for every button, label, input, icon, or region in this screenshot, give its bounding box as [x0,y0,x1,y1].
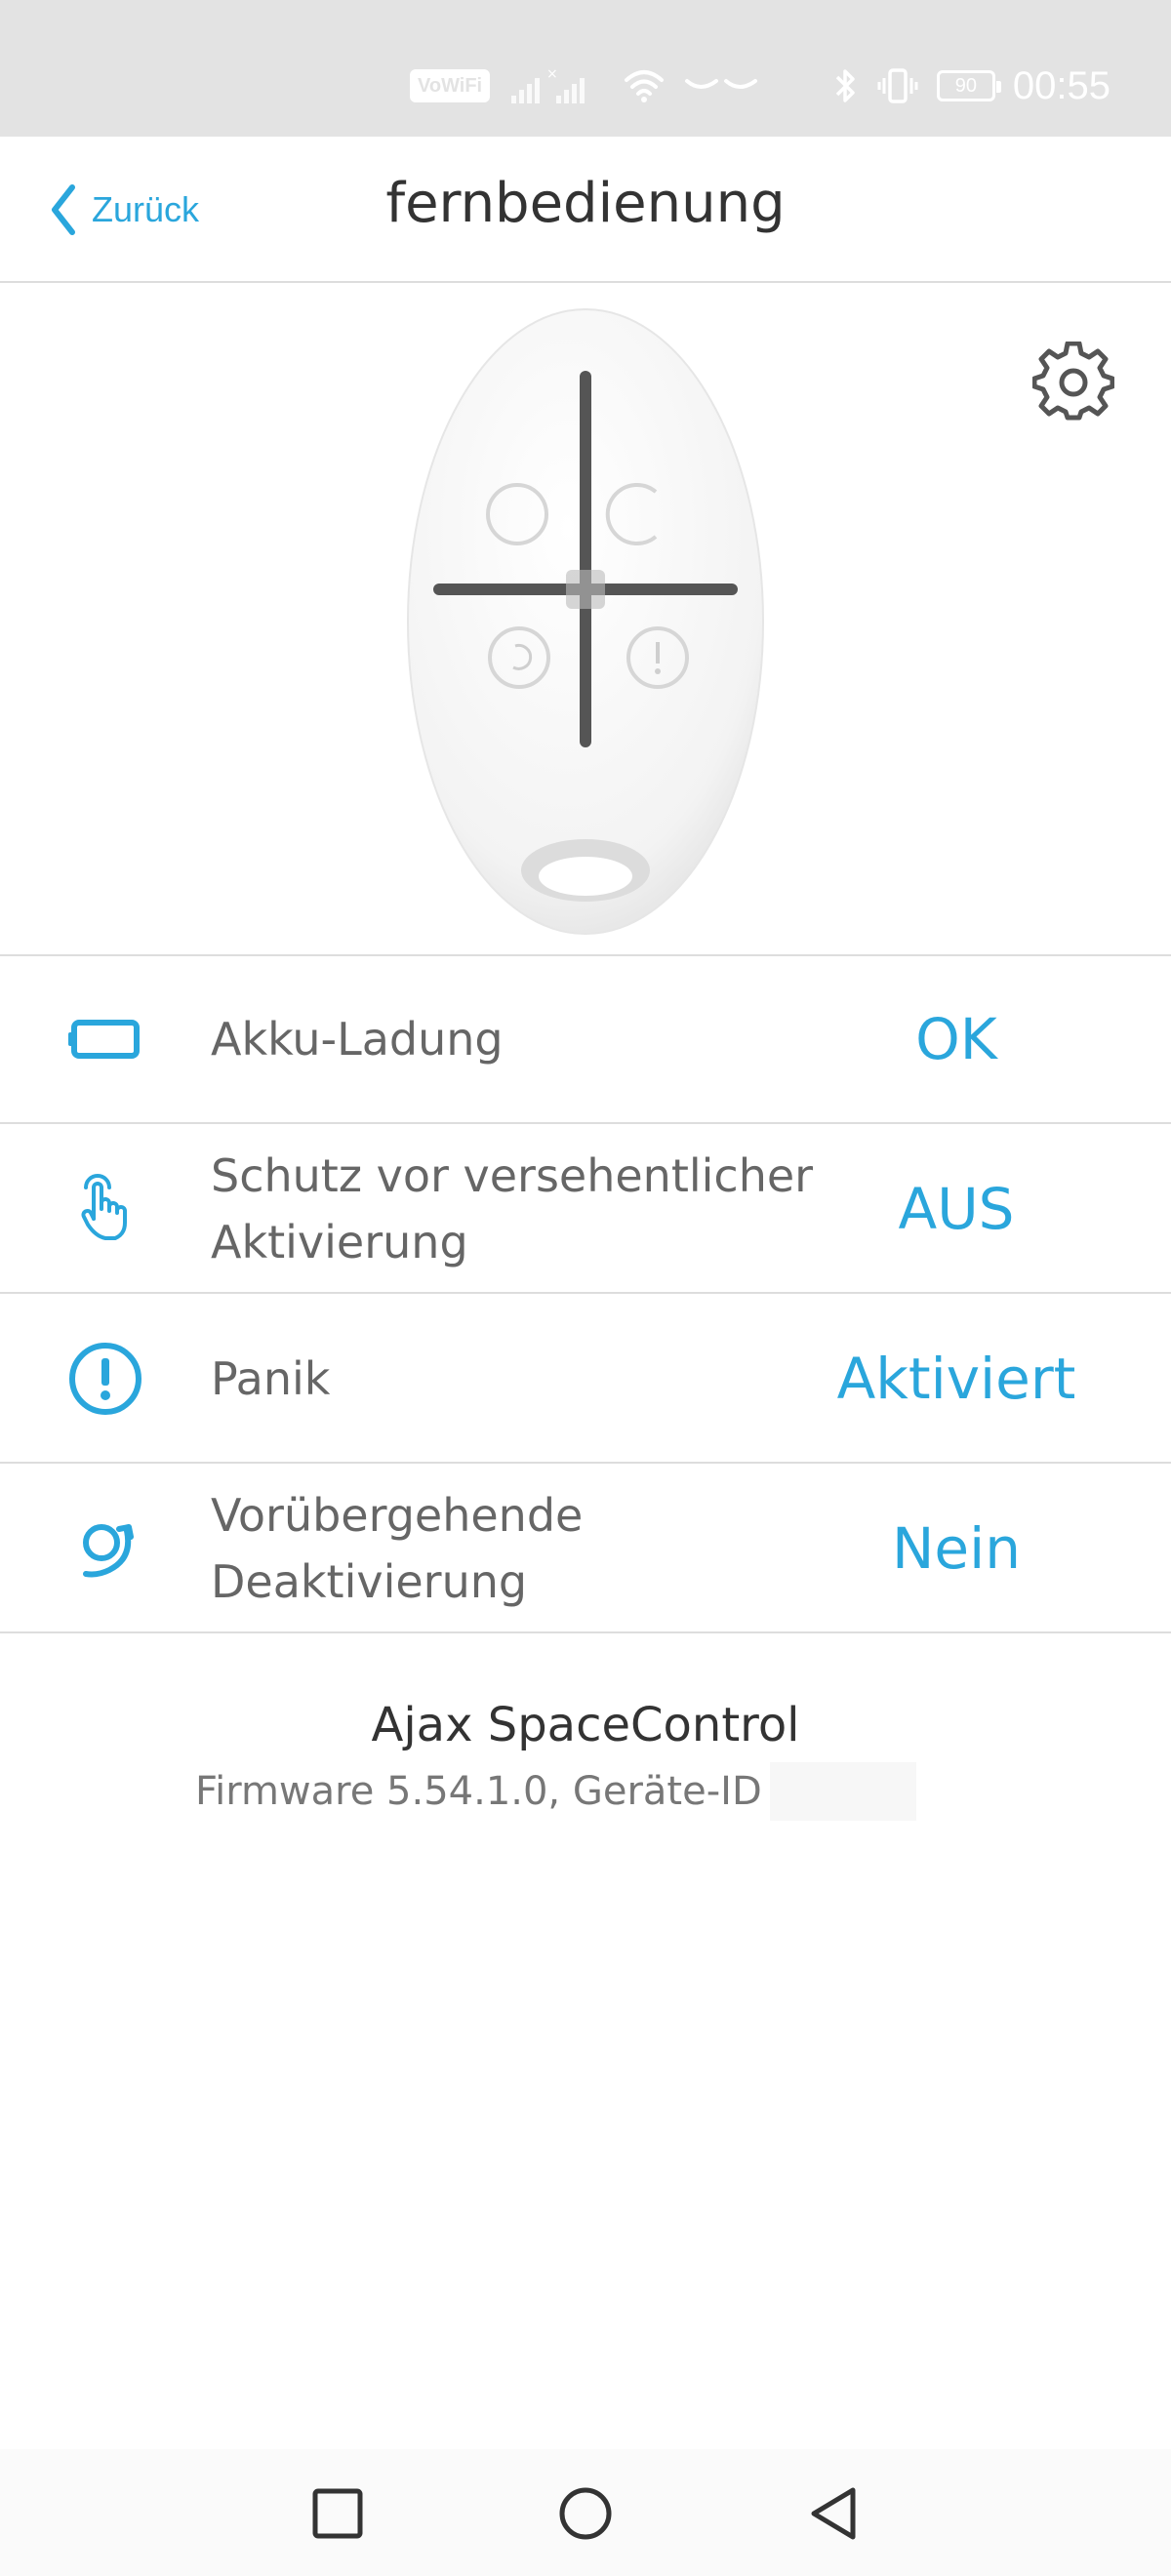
device-firmware-info: Firmware 5.54.1.0, Geräte-ID [195,1762,916,1821]
status-icons-left: VoWiFi × [410,59,761,113]
page-title: fernbedienung [385,172,786,235]
data-icon [685,79,758,89]
temporary-deactivation-icon [62,1506,148,1591]
system-navigation-bar [0,2449,1171,2576]
clock: 00:55 [1012,63,1110,107]
setting-value: AUS [898,1176,1015,1242]
keyfob-image [407,308,764,935]
battery-level: 90 [954,74,978,97]
signal-icon: × [511,66,586,103]
bluetooth-icon [835,69,855,102]
header: Zurück fernbedienung [0,137,1171,283]
settings-gear-icon[interactable] [1032,342,1114,423]
setting-value: OK [915,1006,997,1072]
vibrate-icon [877,68,918,103]
exclamation-circle-icon [62,1336,148,1422]
touch-hand-icon [62,1166,148,1252]
status-icons-right: 90 00:55 [833,59,1110,113]
device-hero [0,283,1171,956]
setting-value: Aktiviert [836,1346,1076,1412]
back-nav-button[interactable] [806,2486,861,2541]
setting-row-accidental-activation[interactable]: Schutz vor versehentlicher Aktivierung A… [0,1126,1171,1294]
vowifi-badge: VoWiFi [410,69,491,102]
setting-row-battery[interactable]: Akku-Ladung OK [0,956,1171,1124]
device-id-redacted [769,1762,916,1821]
setting-row-panic[interactable]: Panik Aktiviert [0,1296,1171,1464]
device-model-name: Ajax SpaceControl [371,1698,800,1752]
recent-apps-button[interactable] [310,2486,365,2541]
firmware-text: Firmware 5.54.1.0, Geräte-ID [195,1769,762,1814]
svg-text:×: × [546,66,558,82]
setting-label: Panik [211,1352,331,1405]
battery-icon [62,996,148,1082]
battery-status: 90 [936,70,1001,101]
setting-label: Vorübergehende Deaktivierung [211,1489,584,1608]
wifi-icon [625,70,665,102]
setting-label: Akku-Ladung [211,1013,504,1066]
setting-label: Schutz vor versehentlicher Aktivierung [211,1149,814,1268]
status-bar: VoWiFi × 90 00:55 [0,0,1171,137]
setting-row-temporary-deactivation[interactable]: Vorübergehende Deaktivierung Nein [0,1466,1171,1633]
home-button[interactable] [556,2486,615,2545]
setting-value: Nein [892,1515,1021,1582]
